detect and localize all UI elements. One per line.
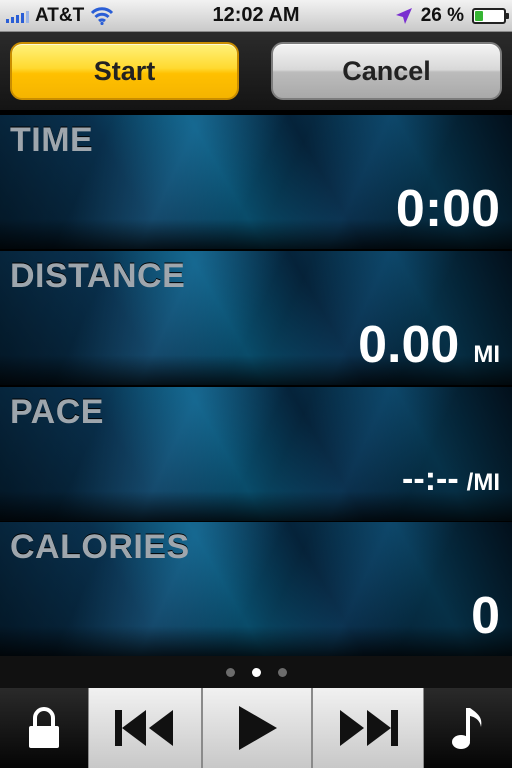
- play-icon: [239, 706, 277, 750]
- media-toolbar: [0, 688, 512, 768]
- metric-label: DISTANCE: [10, 257, 186, 295]
- metric-panel-calories: CALORIES 0: [0, 521, 512, 656]
- metric-value: --:--: [402, 460, 459, 498]
- metric-unit: /MI: [466, 469, 500, 496]
- battery-percent: 26 %: [420, 5, 464, 26]
- lock-icon: [29, 707, 59, 748]
- top-button-bar: Start Cancel: [0, 32, 512, 110]
- start-button[interactable]: Start: [10, 42, 239, 100]
- previous-track-button[interactable]: [88, 688, 202, 768]
- previous-track-icon: [115, 710, 173, 746]
- metric-panel-time: TIME 0:00: [0, 114, 512, 249]
- metric-value-group: 0: [471, 586, 500, 646]
- play-button[interactable]: [202, 688, 312, 768]
- music-button[interactable]: [424, 688, 512, 768]
- metric-value-group: 0:00: [396, 179, 500, 239]
- lock-button[interactable]: [0, 688, 88, 768]
- next-track-button[interactable]: [312, 688, 424, 768]
- metric-value-group: --:-- /MI: [402, 460, 500, 499]
- metric-panel-distance: DISTANCE 0.00 MI: [0, 250, 512, 385]
- status-bar: AT&T 12:02 AM 26 %: [0, 0, 512, 32]
- metric-value: 0: [471, 587, 500, 645]
- battery-icon: [472, 8, 509, 24]
- cancel-button[interactable]: Cancel: [271, 42, 502, 100]
- page-dot[interactable]: [277, 667, 287, 677]
- metric-value: 0.00: [358, 316, 460, 374]
- metric-value: 0:00: [395, 180, 500, 238]
- next-track-icon: [340, 710, 398, 746]
- status-right: 26 %: [395, 5, 509, 27]
- location-arrow-icon: [395, 8, 412, 24]
- music-note-icon: [452, 708, 482, 749]
- metric-panel-pace: PACE --:-- /MI: [0, 386, 512, 521]
- metric-value-group: 0.00 MI: [358, 315, 500, 375]
- page-dot-active[interactable]: [251, 667, 261, 677]
- page-dot[interactable]: [225, 667, 235, 677]
- metric-label: CALORIES: [10, 528, 190, 566]
- metric-label: PACE: [10, 393, 104, 431]
- metric-label: TIME: [10, 121, 94, 159]
- page-indicator[interactable]: [0, 656, 512, 688]
- metric-unit: MI: [473, 341, 500, 368]
- battery-level-fill: [475, 11, 483, 21]
